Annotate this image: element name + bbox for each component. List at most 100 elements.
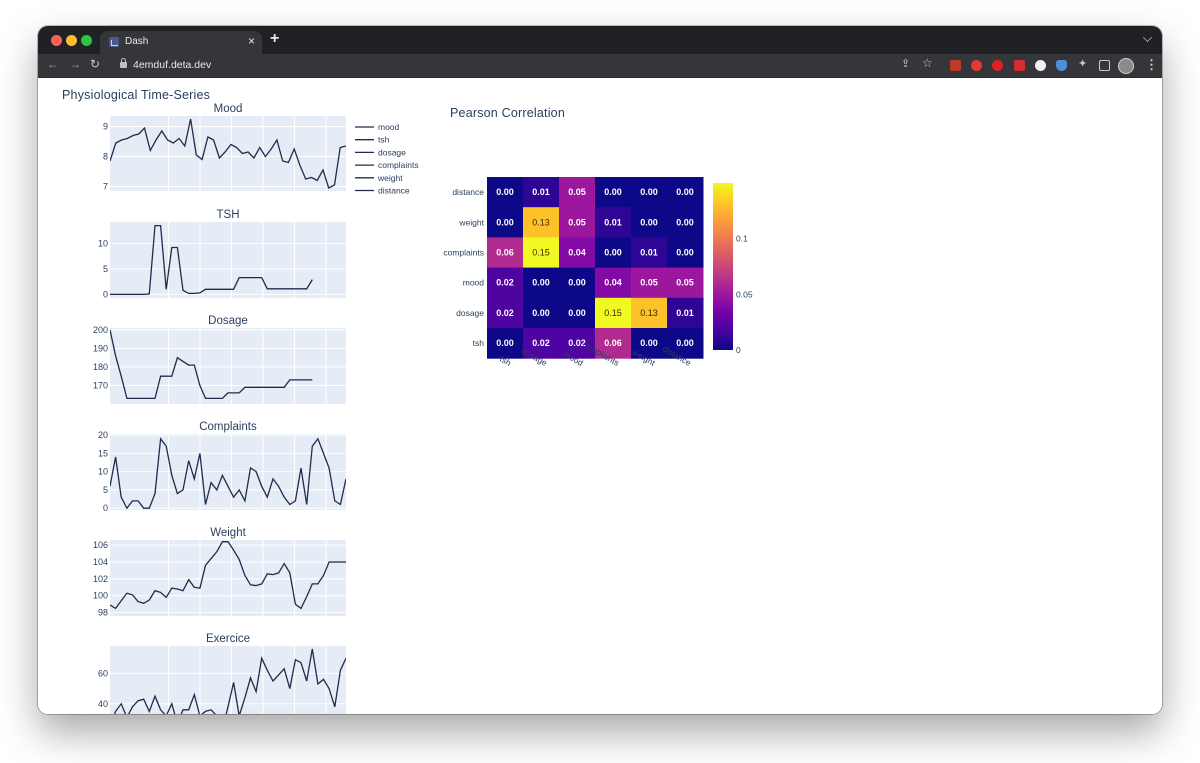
- y-tick-label: 5: [103, 485, 108, 495]
- line-chart-complaints: 0 5 10 15 20 Complaints: [98, 421, 346, 513]
- y-tick-label: 10: [98, 238, 108, 248]
- back-button[interactable]: ←: [47, 57, 59, 71]
- legend-item-complaints: complaints: [378, 160, 419, 170]
- y-tick-label: 100: [93, 591, 108, 601]
- line-chart-mood: 7 8 9 Mood: [103, 103, 346, 192]
- heatmap-value-label: 0.05: [676, 278, 694, 288]
- tab-close-icon[interactable]: ×: [248, 34, 255, 48]
- colorbar-tick-label: 0.1: [736, 234, 748, 244]
- heatmap-row-label: complaints: [443, 248, 484, 258]
- y-tick-label: 15: [98, 448, 108, 458]
- share-icon[interactable]: ⇪: [901, 57, 910, 70]
- browser-window: Dash × + ← → ↻ 4emduf.deta.dev ⇪ ☆ ✦ ⋮ P…: [38, 26, 1162, 714]
- plot-background: [110, 222, 346, 298]
- heatmap-value-label: 0.15: [604, 308, 622, 318]
- colorbar: [713, 183, 733, 350]
- heatmap-value-label: 0.00: [676, 338, 694, 348]
- legend-item-dosage: dosage: [378, 147, 406, 157]
- y-tick-label: 5: [103, 264, 108, 274]
- chart-title: Weight: [210, 527, 246, 539]
- colorbar-tick-label: 0.05: [736, 289, 753, 299]
- heatmap-row-label: tsh: [473, 338, 485, 348]
- extension-circle-icon[interactable]: [1035, 60, 1046, 71]
- lock-icon: [120, 58, 127, 68]
- close-window-button[interactable]: [51, 35, 62, 46]
- browser-tab[interactable]: Dash ×: [100, 31, 262, 54]
- chart-title: Mood: [214, 103, 243, 115]
- chart-title: Dosage: [208, 315, 248, 327]
- bookmark-star-icon[interactable]: ☆: [922, 56, 933, 70]
- y-tick-label: 180: [93, 362, 108, 372]
- y-tick-label: 10: [98, 467, 108, 477]
- reload-button[interactable]: ↻: [90, 57, 100, 71]
- correlation-heatmap: distance 0.00 0.01 0.05 0.00 0.00 0.00 weight 0.…: [443, 177, 704, 368]
- maximize-window-button[interactable]: [81, 35, 92, 46]
- heatmap-row-label: dosage: [456, 308, 484, 318]
- heatmap-value-label: 0.00: [676, 217, 694, 227]
- colorbar-tick-label: 0: [736, 345, 741, 355]
- heatmap-value-label: 0.01: [640, 248, 658, 258]
- heatmap-value-label: 0.00: [640, 187, 658, 197]
- y-tick-label: 0: [103, 289, 108, 299]
- heatmap-value-label: 0.05: [568, 217, 586, 227]
- heatmap-value-label: 0.00: [496, 187, 514, 197]
- heatmap-row-label: weight: [458, 217, 484, 227]
- heatmap-value-label: 0.00: [496, 217, 514, 227]
- y-tick-label: 190: [93, 343, 108, 353]
- y-tick-label: 102: [93, 574, 108, 584]
- heatmap-value-label: 0.00: [568, 308, 586, 318]
- heatmap-row-label: distance: [452, 187, 484, 197]
- minimize-window-button[interactable]: [66, 35, 77, 46]
- address-bar[interactable]: 4emduf.deta.dev: [112, 56, 1112, 76]
- line-chart-exercice: 40 60 Exercice: [98, 633, 346, 714]
- side-panel-icon[interactable]: [1099, 60, 1110, 71]
- heatmap-value-label: 0.06: [496, 248, 514, 258]
- heatmap-value-label: 0.00: [496, 338, 514, 348]
- heatmap-value-label: 0.00: [676, 187, 694, 197]
- url-text: 4emduf.deta.dev: [133, 59, 212, 71]
- y-tick-label: 20: [98, 430, 108, 440]
- y-tick-label: 7: [103, 182, 108, 192]
- y-tick-label: 170: [93, 380, 108, 390]
- extension-play-icon[interactable]: [1014, 60, 1025, 71]
- new-tab-button[interactable]: +: [270, 30, 279, 48]
- extension-shield-icon[interactable]: [971, 60, 982, 71]
- heatmap-value-label: 0.00: [568, 278, 586, 288]
- chart-title: Exercice: [206, 633, 250, 645]
- line-chart-dosage: 170 180 190 200 Dosage: [93, 315, 346, 404]
- heatmap-row-label: mood: [463, 278, 485, 288]
- chart-title: Complaints: [199, 421, 257, 433]
- y-tick-label: 9: [103, 122, 108, 132]
- tab-search-chevron-icon[interactable]: [1143, 33, 1152, 42]
- heatmap-value-label: 0.00: [640, 338, 658, 348]
- heatmap-value-label: 0.00: [640, 217, 658, 227]
- extension-red-icon[interactable]: [950, 60, 961, 71]
- forward-button[interactable]: →: [69, 57, 81, 71]
- heatmap-value-label: 0.04: [604, 278, 622, 288]
- y-tick-label: 40: [98, 699, 108, 709]
- charts-canvas: 789Mood0510TSH170180190200Dosage05101520…: [93, 103, 753, 714]
- heatmap-value-label: 0.13: [532, 217, 550, 227]
- adblock-icon[interactable]: [992, 60, 1003, 71]
- extensions-puzzle-icon[interactable]: ✦: [1078, 57, 1087, 70]
- heatmap-value-label: 0.02: [496, 278, 514, 288]
- y-tick-label: 60: [98, 668, 108, 678]
- heatmap-value-label: 0.13: [640, 308, 658, 318]
- browser-menu-icon[interactable]: ⋮: [1145, 57, 1158, 73]
- heatmap-value-label: 0.04: [568, 248, 586, 258]
- plot-background: [110, 540, 346, 616]
- heatmap-value-label: 0.00: [532, 278, 550, 288]
- heatmap-value-label: 0.05: [568, 187, 586, 197]
- privacy-shield-icon[interactable]: [1056, 60, 1067, 71]
- dash-favicon-icon: [109, 37, 119, 47]
- heatmap-value-label: 0.01: [532, 187, 550, 197]
- legend: mood tsh dosage complaints weight distance: [355, 122, 419, 196]
- line-chart-weight: 98 100 102 104 106 Weight: [93, 527, 346, 618]
- y-tick-label: 0: [103, 503, 108, 513]
- profile-avatar[interactable]: [1118, 58, 1134, 74]
- heatmap-value-label: 0.00: [676, 248, 694, 258]
- legend-item-distance: distance: [378, 186, 410, 196]
- legend-item-tsh: tsh: [378, 135, 390, 145]
- y-tick-label: 106: [93, 540, 108, 550]
- tab-title: Dash: [125, 36, 149, 47]
